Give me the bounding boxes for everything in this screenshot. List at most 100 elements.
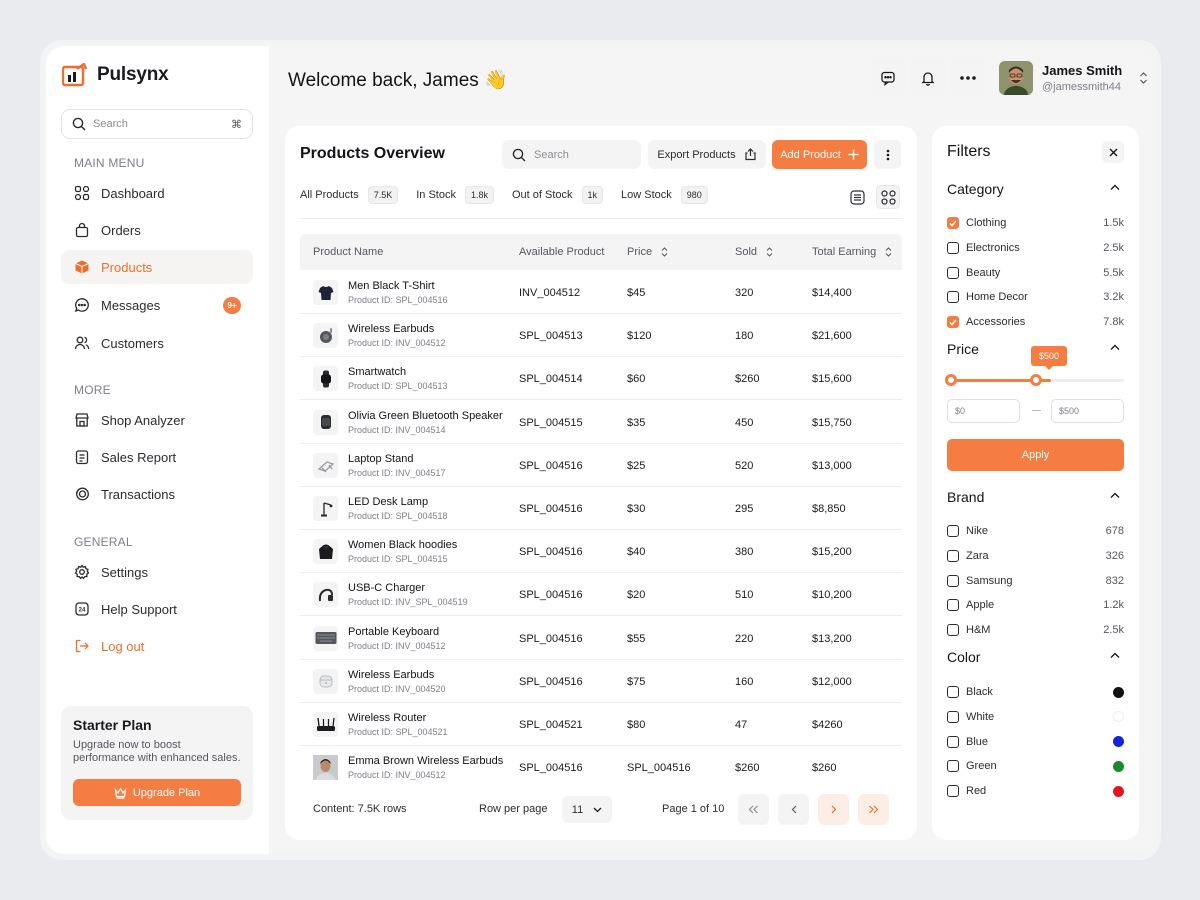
brand-option[interactable]: Nike 678: [947, 523, 1124, 539]
table-row[interactable]: Women Black hoodies Product ID: SPL_00451…: [300, 530, 902, 574]
checkbox[interactable]: [947, 760, 959, 773]
avatar: [999, 61, 1033, 95]
sidebar-item-logout[interactable]: Log out: [61, 629, 253, 663]
close-filters-button[interactable]: [1102, 141, 1124, 163]
table-row[interactable]: Olivia Green Bluetooth Speaker Product ID…: [300, 401, 902, 444]
prev-page-button[interactable]: [778, 794, 809, 825]
sidebar-item-settings[interactable]: Settings: [61, 555, 253, 589]
next-page-button[interactable]: [818, 794, 849, 825]
category-option[interactable]: Electronics 2.5k: [947, 240, 1124, 256]
chevron-up-icon[interactable]: [1110, 344, 1120, 351]
checkbox[interactable]: [947, 291, 959, 304]
table-row[interactable]: LED Desk Lamp Product ID: SPL_004518 SPL_0…: [300, 487, 902, 530]
table-row[interactable]: Wireless Router Product ID: SPL_004521 SPL…: [300, 703, 902, 746]
table-row[interactable]: Wireless Earbuds Product ID: INV_004520 SP…: [300, 660, 902, 703]
list-view-button[interactable]: [845, 185, 869, 209]
sidebar-item-label: Help Support: [101, 601, 177, 617]
checkbox[interactable]: [947, 574, 959, 587]
brand-option[interactable]: Apple 1.2k: [947, 597, 1124, 613]
sidebar-item-products[interactable]: Products: [61, 250, 253, 284]
sidebar-item-orders[interactable]: Orders: [61, 213, 253, 247]
checkbox[interactable]: [947, 241, 959, 254]
checkbox[interactable]: [947, 624, 959, 637]
sidebar-item-transactions[interactable]: Transactions: [61, 477, 253, 511]
sidebar-search-placeholder: Search: [93, 118, 128, 130]
rows-per-page-select[interactable]: 11: [562, 796, 612, 823]
table-row[interactable]: Wireless Earbuds Product ID: INV_004512 SP…: [300, 314, 902, 358]
column-sold[interactable]: Sold: [735, 246, 773, 258]
checkbox[interactable]: [947, 217, 959, 229]
table-row[interactable]: Portable Keyboard Product ID: INV_004512 S…: [300, 617, 902, 660]
brand-option[interactable]: H&M 2.5k: [947, 622, 1124, 638]
column-total-earning[interactable]: Total Earning: [812, 246, 892, 258]
column-available-product[interactable]: Available Product: [519, 246, 604, 258]
notifications-button[interactable]: [911, 61, 945, 95]
color-option[interactable]: Green: [947, 758, 1124, 774]
category-option[interactable]: Accessories 7.8k: [947, 314, 1124, 330]
checkbox[interactable]: [947, 599, 959, 612]
sidebar-item-messages[interactable]: Messages 9+: [61, 288, 253, 322]
color-option[interactable]: Red: [947, 783, 1124, 799]
table-row[interactable]: Smartwatch Product ID: SPL_004513 SPL_0045…: [300, 357, 902, 401]
brand[interactable]: Pulsynx: [62, 63, 169, 87]
checkbox[interactable]: [947, 735, 959, 748]
gear-icon: [74, 564, 90, 580]
price-slider[interactable]: [945, 374, 1124, 386]
products-more-button[interactable]: [874, 140, 901, 169]
tab-all-products[interactable]: All Products 7.5K: [300, 186, 399, 204]
category-option[interactable]: Clothing 1.5k: [947, 215, 1124, 231]
products-search-input[interactable]: Search: [502, 140, 641, 169]
upgrade-plan-button[interactable]: Upgrade Plan: [73, 779, 241, 806]
checkbox[interactable]: [947, 266, 959, 279]
table-row[interactable]: Laptop Stand Product ID: INV_004517 SPL_00…: [300, 444, 902, 487]
apply-filters-button[interactable]: Apply: [947, 439, 1124, 471]
messages-button[interactable]: [871, 61, 905, 95]
price-range-separator: [1032, 410, 1041, 411]
more-options-button[interactable]: [951, 61, 985, 95]
chevron-up-icon[interactable]: [1110, 652, 1120, 659]
add-product-button[interactable]: Add Product: [772, 140, 867, 169]
chevron-up-icon[interactable]: [1110, 492, 1120, 499]
price-slider-max-handle[interactable]: [1030, 374, 1042, 386]
column-product-name[interactable]: Product Name: [313, 246, 383, 258]
checkbox[interactable]: [947, 316, 959, 329]
product-name: Smartwatch: [348, 366, 407, 379]
color-option[interactable]: Black: [947, 684, 1124, 700]
table-row[interactable]: Men Black T-Shirt Product ID: SPL_004516 I…: [300, 271, 902, 314]
price-slider-min-handle[interactable]: [945, 374, 957, 386]
available-product-cell: SPL_004516: [519, 675, 583, 688]
price-min-input[interactable]: $0: [947, 399, 1020, 423]
table-row[interactable]: Emma Brown Wireless Earbuds Product ID: I…: [300, 746, 902, 782]
sidebar-search[interactable]: Search ⌘: [61, 109, 253, 139]
tab-low-stock[interactable]: Low Stock 980: [621, 186, 708, 204]
column-price[interactable]: Price: [627, 246, 668, 258]
table-row[interactable]: USB-C Charger Product ID: INV_SPL_004519 S…: [300, 573, 902, 617]
checkbox[interactable]: [947, 686, 959, 698]
tab-in-stock[interactable]: In Stock 1.8k: [416, 186, 494, 204]
sidebar-item-shop-analyzer[interactable]: Shop Analyzer: [61, 403, 253, 437]
checkbox[interactable]: [947, 525, 959, 537]
tab-out-of-stock[interactable]: Out of Stock 1k: [512, 186, 604, 204]
checkbox[interactable]: [947, 549, 959, 562]
price-max-input[interactable]: $500: [1051, 399, 1124, 423]
brand-option[interactable]: Zara 326: [947, 548, 1124, 564]
first-page-button[interactable]: [738, 794, 769, 825]
grid-view-button[interactable]: [876, 185, 900, 209]
checkbox[interactable]: [947, 785, 959, 798]
category-option[interactable]: Home Decor 3.2k: [947, 289, 1124, 305]
color-option[interactable]: Blue: [947, 734, 1124, 750]
sidebar-item-sales-report[interactable]: Sales Report: [61, 440, 253, 474]
brand-option[interactable]: Samsung 832: [947, 573, 1124, 589]
color-option[interactable]: White: [947, 709, 1124, 725]
category-option[interactable]: Beauty 5.5k: [947, 265, 1124, 281]
sidebar-item-customers[interactable]: Customers: [61, 326, 253, 360]
last-page-button[interactable]: [858, 794, 889, 825]
chevron-up-icon[interactable]: [1110, 184, 1120, 191]
sidebar-item-dashboard[interactable]: Dashboard: [61, 176, 253, 210]
option-label: Clothing: [966, 217, 1007, 229]
user-profile[interactable]: James Smith @jamessmith44: [999, 61, 1148, 95]
checkbox[interactable]: [947, 710, 959, 723]
export-products-button[interactable]: Export Products: [648, 140, 766, 169]
sidebar-item-help-support[interactable]: 24 Help Support: [61, 592, 253, 626]
option-label: Electronics: [966, 241, 1020, 254]
